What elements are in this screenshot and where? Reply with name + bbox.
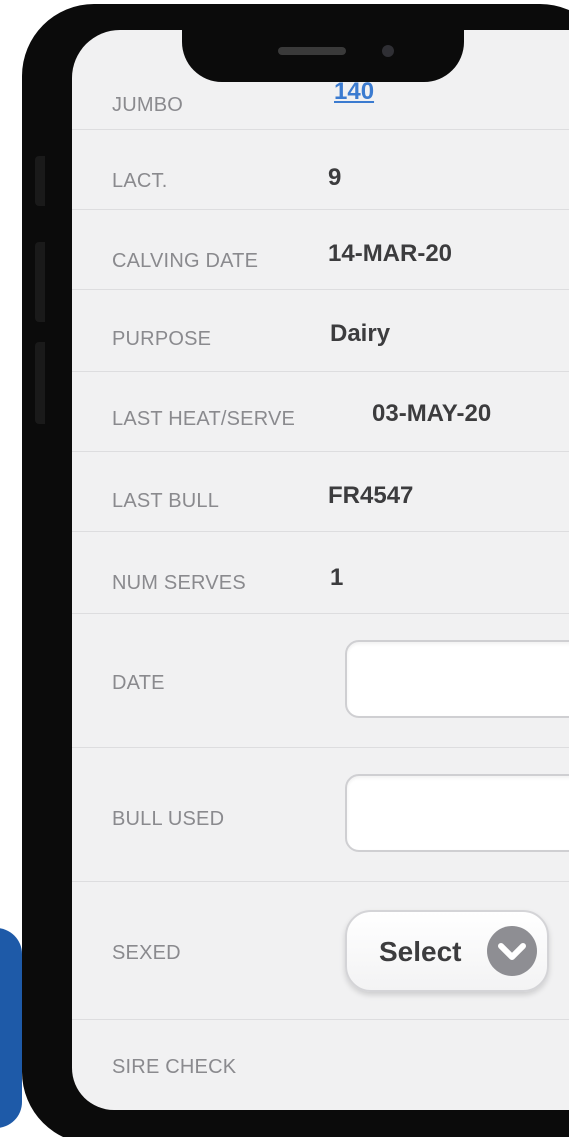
speaker-grille bbox=[278, 47, 346, 55]
row-purpose: PURPOSE Dairy bbox=[72, 290, 569, 372]
row-last-heat-serve: LAST HEAT/SERVE 03-MAY-20 bbox=[72, 372, 569, 452]
phone-side-button-mute bbox=[35, 156, 45, 206]
sexed-select-button[interactable]: Select bbox=[345, 910, 549, 992]
jumbo-label: JUMBO bbox=[112, 94, 183, 116]
jumbo-link[interactable]: 140 bbox=[334, 78, 374, 106]
sire-check-label: SIRE CHECK bbox=[112, 1056, 237, 1078]
last-bull-label: LAST BULL bbox=[112, 490, 220, 512]
purpose-label: PURPOSE bbox=[112, 328, 212, 350]
phone-side-button-volume-up bbox=[35, 242, 45, 322]
phone-frame: JUMBO 140 LACT. 9 CALVING DATE 14-MAR-20… bbox=[22, 4, 569, 1137]
chevron-down-glyph bbox=[498, 943, 526, 960]
sexed-label: SEXED bbox=[112, 942, 181, 964]
phone-side-button-volume-down bbox=[35, 342, 45, 424]
row-bull-used: BULL USED bbox=[72, 748, 569, 882]
row-lact: LACT. 9 bbox=[72, 130, 569, 210]
phone-notch bbox=[182, 4, 464, 82]
date-input[interactable] bbox=[345, 640, 569, 718]
bull-used-label: BULL USED bbox=[112, 808, 225, 830]
date-label: DATE bbox=[112, 672, 165, 694]
lact-label: LACT. bbox=[112, 170, 168, 192]
chevron-down-icon bbox=[487, 926, 537, 976]
last-bull-value: FR4547 bbox=[328, 482, 414, 509]
sexed-select-label: Select bbox=[379, 936, 462, 967]
purpose-value: Dairy bbox=[330, 320, 391, 347]
lact-value: 9 bbox=[328, 164, 342, 191]
last-heat-serve-value: 03-MAY-20 bbox=[372, 400, 492, 427]
calving-date-label: CALVING DATE bbox=[112, 250, 259, 272]
calving-date-value: 14-MAR-20 bbox=[328, 240, 453, 267]
front-camera bbox=[382, 45, 394, 57]
row-last-bull: LAST BULL FR4547 bbox=[72, 452, 569, 532]
row-sire-check: SIRE CHECK bbox=[72, 1020, 569, 1110]
num-serves-label: NUM SERVES bbox=[112, 572, 246, 594]
bull-used-input[interactable] bbox=[345, 774, 569, 852]
num-serves-value: 1 bbox=[330, 564, 344, 591]
background-blue-tab bbox=[0, 928, 22, 1128]
row-num-serves: NUM SERVES 1 bbox=[72, 532, 569, 614]
last-heat-serve-label: LAST HEAT/SERVE bbox=[112, 408, 296, 430]
row-date: DATE bbox=[72, 614, 569, 748]
row-sexed: SEXED Select bbox=[72, 882, 569, 1020]
page: JUMBO 140 LACT. 9 CALVING DATE 14-MAR-20… bbox=[0, 0, 569, 1137]
phone-screen: JUMBO 140 LACT. 9 CALVING DATE 14-MAR-20… bbox=[72, 30, 569, 1110]
row-calving-date: CALVING DATE 14-MAR-20 bbox=[72, 210, 569, 290]
